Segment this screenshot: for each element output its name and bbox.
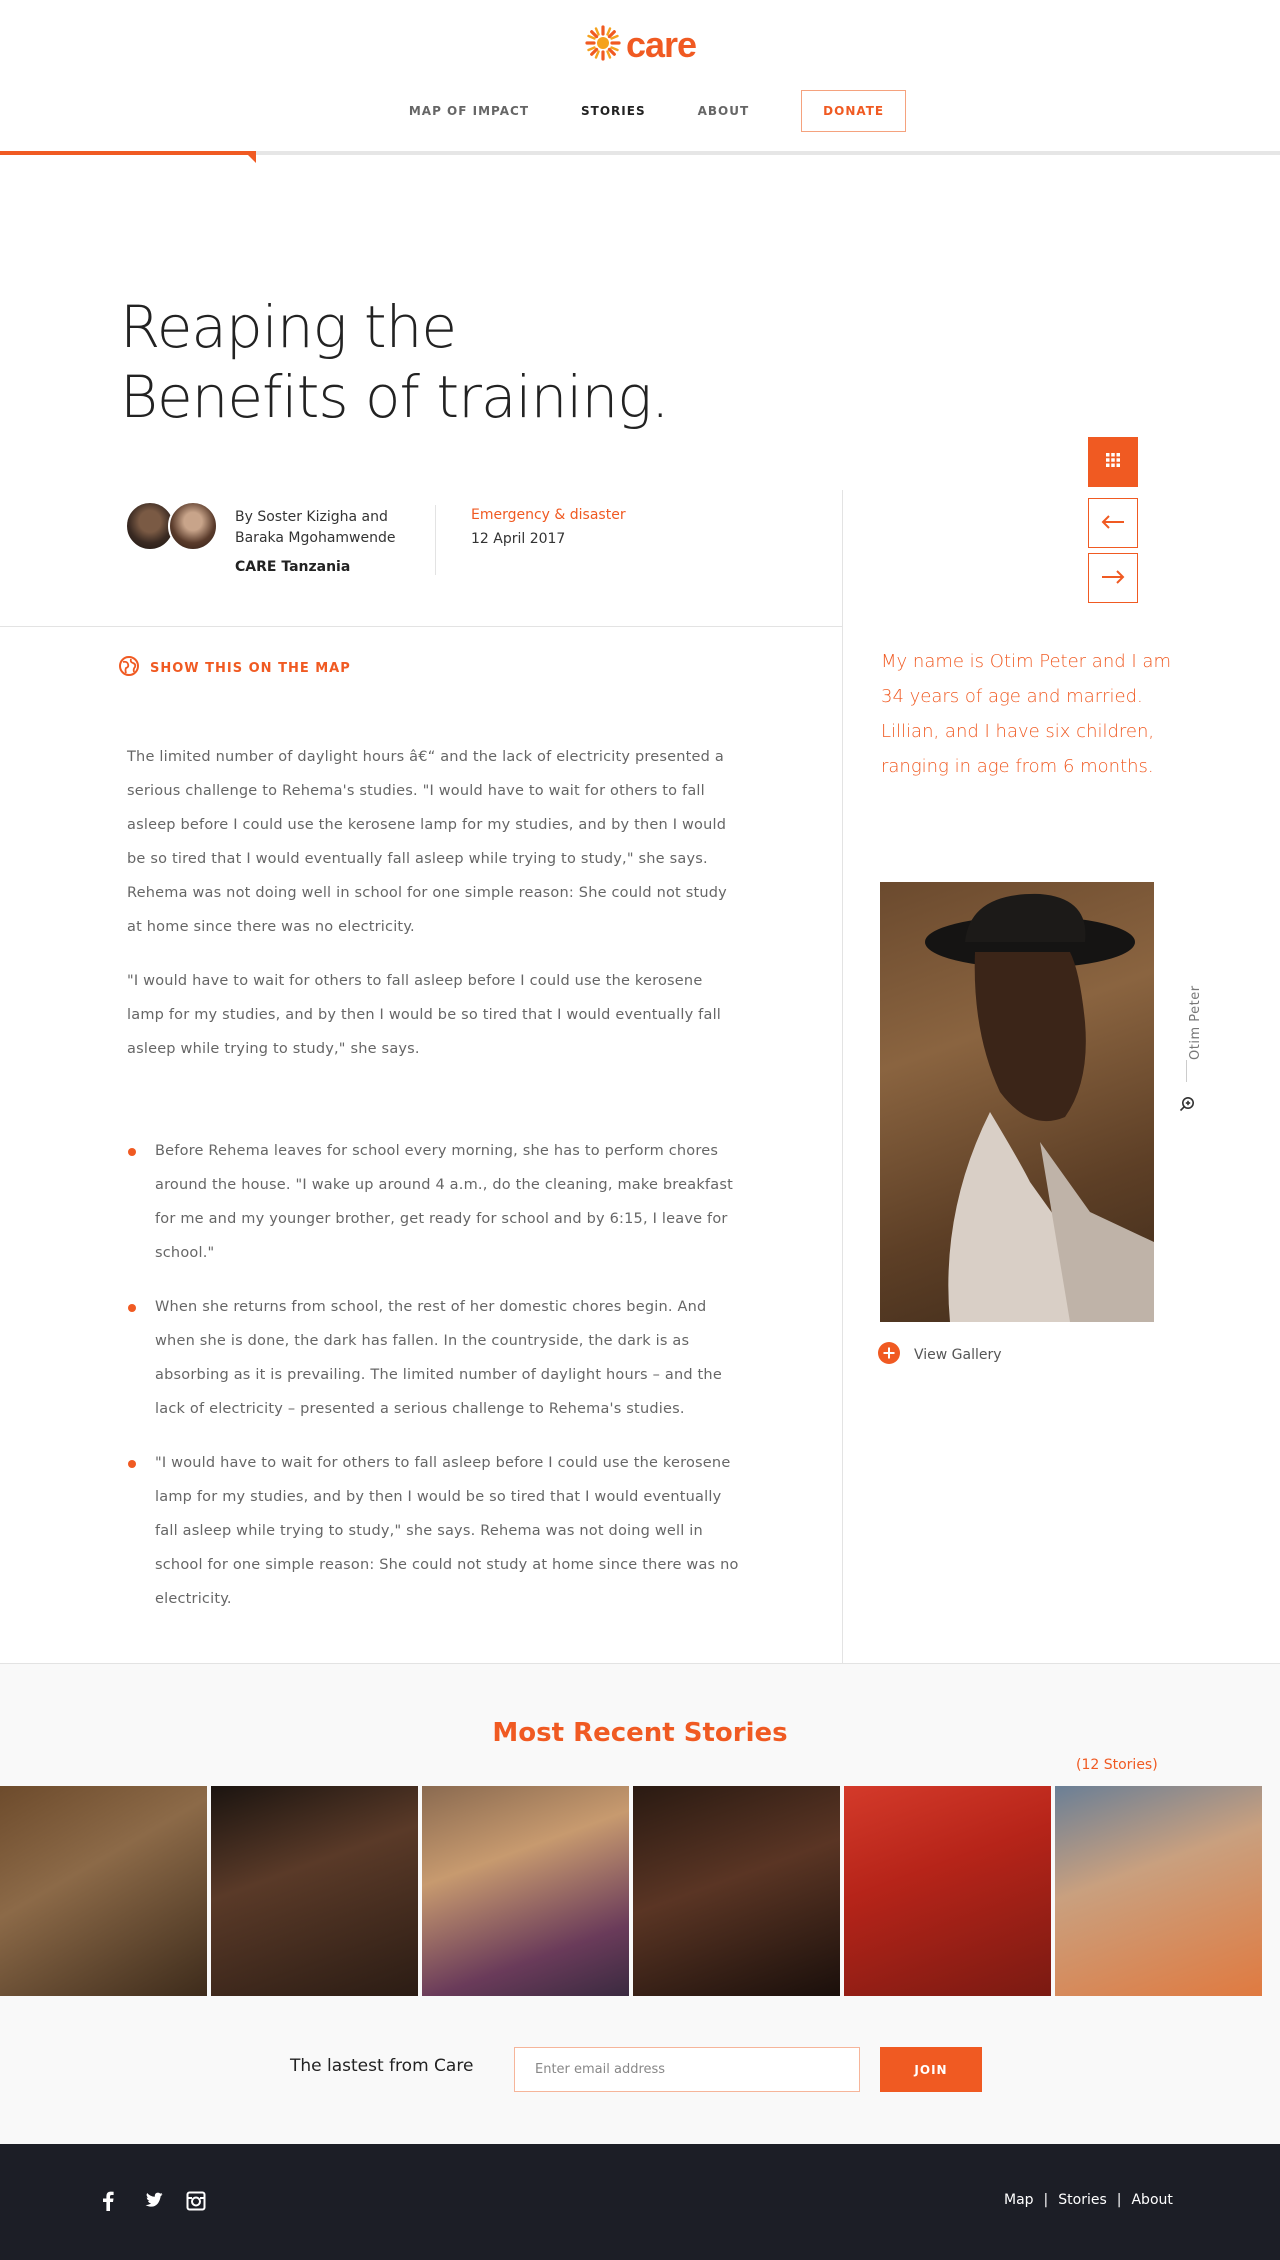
reading-progress-marker: [248, 155, 256, 163]
story-thumbnail[interactable]: [422, 1786, 629, 1996]
featured-photo-portrait: [925, 893, 1154, 1322]
nav-about[interactable]: ABOUT: [698, 104, 750, 118]
story-thumbnail[interactable]: [1055, 1786, 1262, 1996]
recent-stories-count-link[interactable]: (12 Stories): [1076, 1757, 1158, 1773]
article-title-line-1: Reaping the: [120, 293, 457, 361]
photo-caption-text: Otim Peter: [1188, 985, 1203, 1060]
author-organization: CARE Tanzania: [235, 559, 351, 575]
footer-separator: |: [1043, 2192, 1049, 2208]
grid-view-button[interactable]: [1088, 437, 1138, 487]
globe-icon: [118, 655, 140, 681]
bullet-item: Before Rehema leaves for school every mo…: [127, 1134, 742, 1270]
email-field[interactable]: [514, 2047, 860, 2092]
twitter-icon[interactable]: [141, 2190, 163, 2212]
meta-divider: [435, 505, 436, 575]
next-story-button[interactable]: [1088, 553, 1138, 603]
author-avatar-2: [168, 501, 218, 551]
care-logo-text: care: [626, 24, 697, 65]
bullet-item: When she returns from school, the rest o…: [127, 1290, 742, 1426]
facebook-icon[interactable]: [97, 2190, 119, 2212]
previous-story-button[interactable]: [1088, 498, 1138, 548]
article-paragraph: The limited number of daylight hours â€“…: [127, 749, 727, 935]
join-button[interactable]: JOIN: [880, 2047, 982, 2092]
care-logo[interactable]: care: [584, 22, 697, 68]
view-gallery-label: View Gallery: [914, 1347, 1002, 1363]
main-nav: MAP OF IMPACT STORIES ABOUT DONATE: [0, 90, 1280, 132]
donate-button[interactable]: DONATE: [801, 90, 907, 132]
nav-map-of-impact[interactable]: MAP OF IMPACT: [409, 104, 529, 118]
care-logo-icon: [584, 24, 622, 66]
plus-circle-icon: [878, 1342, 900, 1368]
nav-stories[interactable]: STORIES: [581, 104, 646, 118]
arrow-right-icon: [1101, 569, 1125, 588]
story-category-link[interactable]: Emergency & disaster: [471, 507, 626, 523]
recent-stories-title: Most Recent Stories: [492, 1718, 788, 1748]
footer-nav: Map | Stories | About: [1004, 2192, 1173, 2208]
author-byline: By Soster Kizigha and Baraka Mgohamwende: [235, 509, 396, 546]
footer-separator: |: [1116, 2192, 1122, 2208]
author-section-divider: [0, 626, 842, 627]
featured-photo[interactable]: [880, 882, 1154, 1322]
arrow-left-icon: [1101, 514, 1125, 533]
instagram-icon[interactable]: [185, 2190, 207, 2212]
story-thumbnail[interactable]: [211, 1786, 418, 1996]
reading-progress-bar: [0, 151, 256, 155]
story-thumbnail[interactable]: [0, 1786, 207, 1996]
article-paragraph: "I would have to wait for others to fall…: [127, 973, 722, 1057]
view-gallery-link[interactable]: View Gallery: [878, 1342, 1002, 1368]
social-links: [97, 2190, 207, 2212]
show-on-map-label: SHOW THIS ON THE MAP: [150, 660, 351, 676]
article-bullet-list: Before Rehema leaves for school every mo…: [127, 1134, 742, 1636]
pull-quote: My name is Otim Peter and I am 34 years …: [881, 651, 1171, 777]
caption-divider: [1186, 1060, 1187, 1082]
footer-link-map[interactable]: Map: [1004, 2192, 1034, 2208]
show-on-map-link[interactable]: SHOW THIS ON THE MAP: [118, 655, 351, 681]
column-divider: [842, 490, 843, 1663]
story-thumbnail[interactable]: [844, 1786, 1051, 1996]
story-date: 12 April 2017: [471, 531, 566, 547]
article-title-line-2: Benefits of training.: [120, 363, 669, 431]
newsletter-label: The lastest from Care: [290, 2056, 474, 2076]
recent-stories-strip: [0, 1786, 1280, 1996]
article-title: Reaping the Benefits of training.: [120, 292, 880, 432]
footer-link-about[interactable]: About: [1131, 2192, 1172, 2208]
footer-link-stories[interactable]: Stories: [1058, 2192, 1107, 2208]
grid-icon: [1105, 452, 1121, 472]
zoom-icon[interactable]: [1179, 1096, 1195, 1112]
bullet-item: "I would have to wait for others to fall…: [127, 1446, 742, 1616]
story-thumbnail[interactable]: [633, 1786, 840, 1996]
